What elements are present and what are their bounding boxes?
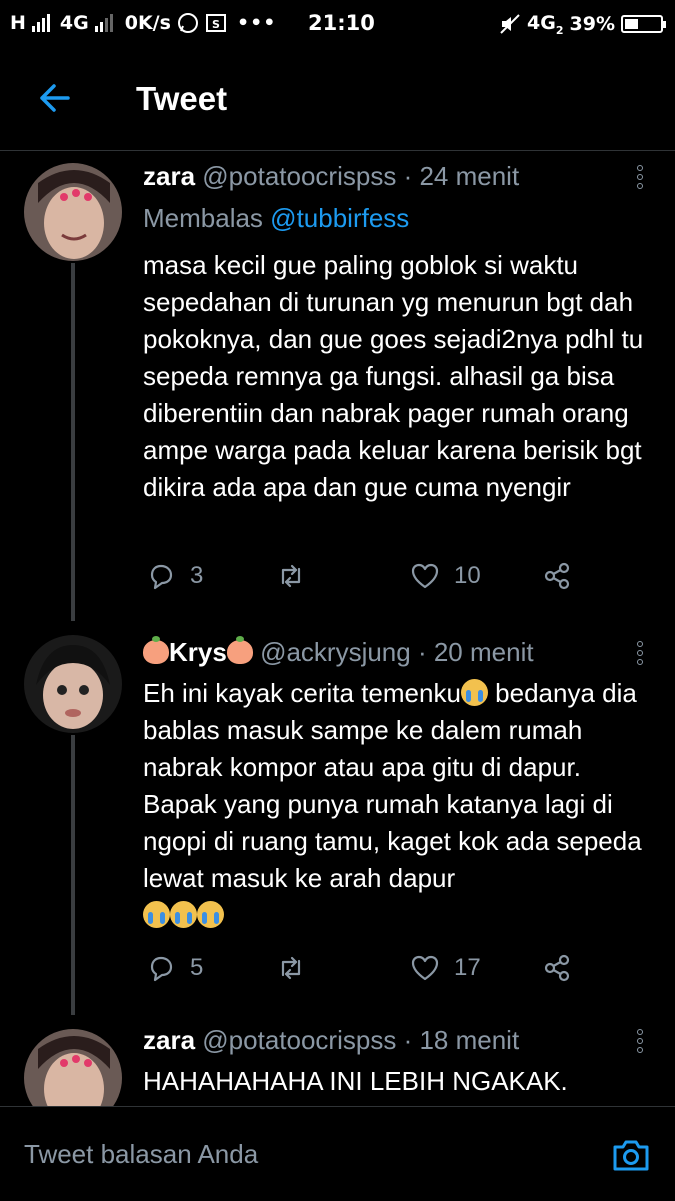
peach-emoji-icon [143,636,169,664]
tweet-text: Eh ini kayak cerita temenku bedanya dia … [143,675,658,934]
replying-prefix: Membalas [143,203,263,233]
avatar[interactable] [24,635,122,733]
share-button[interactable] [542,953,572,983]
page-title: Tweet [136,80,228,117]
more-icon[interactable] [637,165,645,191]
whatsapp-icon [177,13,198,33]
like-button[interactable]: 17 [410,953,481,983]
author-name[interactable]: Krys [169,637,227,667]
tweet-text-part-2: bedanya dia bablas masuk sampe ke dalem … [143,678,642,893]
tweet-meta: Krys @ackrysjung · 20 menit [143,636,534,668]
crying-emoji-icon [460,679,488,706]
tweet-meta: zara @potatoocrispss · 24 menit [143,161,519,192]
network-4g2: 4G2 [527,12,564,37]
camera-icon[interactable] [611,1135,651,1175]
share-icon [544,562,570,590]
peach-emoji-icon [226,636,253,664]
reply-button[interactable]: 5 [146,953,203,983]
reply-count: 3 [190,562,204,589]
tweet-text-part-1: Eh ini kayak cerita temenku [143,678,461,708]
replying-handle-link[interactable]: @tubbirfess [270,203,409,233]
like-icon [411,955,439,981]
tweet-time: · 18 menit [403,1025,520,1055]
retweet-icon [281,564,301,588]
author-name[interactable]: zara [143,161,195,191]
back-arrow-icon[interactable] [34,78,74,118]
like-count: 17 [454,954,481,981]
more-icon[interactable] [637,1029,645,1055]
signal-icon [31,14,50,32]
avatar[interactable] [24,1029,122,1106]
mute-icon [500,14,520,35]
battery-percent: 39% [569,13,615,36]
reply-icon [150,564,173,590]
author-name[interactable]: zara [143,1025,195,1055]
status-bar: H 4G 0K/s S ••• 21:10 4G2 39% [0,0,675,48]
svg-text:S: S [212,18,220,31]
thread-line [71,263,75,621]
status-time: 21:10 [308,11,375,35]
more-notifications-icon: ••• [236,12,277,34]
retweet-button[interactable] [276,953,306,983]
tweet-time: · 20 menit [417,637,534,667]
signal-icon-2 [94,14,113,32]
tweet-2[interactable]: Krys @ackrysjung · 20 menit Eh ini kayak… [0,621,675,1015]
tweet-text: masa kecil gue paling goblok si waktu se… [143,250,644,502]
share-button[interactable] [542,561,572,591]
crying-emoji-icon [170,901,197,928]
tweet-1[interactable]: zara @potatoocrispss · 24 menit Membalas… [0,151,675,621]
author-handle[interactable]: @ackrysjung [260,637,411,667]
reply-input[interactable]: Tweet balasan Anda [24,1139,258,1170]
more-icon[interactable] [637,641,645,667]
tweet-text: HAHAHAHAHA INI LEBIH NGAKAK. [143,1066,568,1096]
avatar[interactable] [24,163,122,261]
reply-icon [150,956,173,982]
network-h-label: H [10,12,26,34]
like-count: 10 [454,562,481,589]
screenshot-icon: S [205,14,226,32]
network-speed: 0K/s [124,12,171,34]
crying-emoji-icon [197,901,224,928]
tweet-actions: 5 17 [146,953,586,985]
top-app-bar: Tweet [0,48,675,151]
retweet-button[interactable] [276,561,306,591]
tweet-3[interactable]: zara @potatoocrispss · 18 menit HAHAHAHA… [0,1015,675,1106]
tweet-actions: 3 10 [146,561,586,593]
thread-line [71,735,75,1015]
like-button[interactable]: 10 [410,561,481,591]
reply-composer[interactable]: Tweet balasan Anda [0,1106,675,1201]
tweet-time: · 24 menit [403,161,520,191]
reply-count: 5 [190,954,204,981]
tweet-meta: zara @potatoocrispss · 18 menit [143,1025,519,1056]
network-4g-label: 4G [59,12,89,34]
battery-icon [621,15,666,34]
crying-emoji-icon [143,901,170,928]
reply-button[interactable]: 3 [146,561,203,591]
replying-to: Membalas @tubbirfess [143,203,409,234]
author-handle[interactable]: @potatoocrispss [202,1025,396,1055]
like-icon [411,563,439,589]
share-icon [544,954,570,982]
author-handle[interactable]: @potatoocrispss [202,161,396,191]
retweet-icon [281,956,301,980]
